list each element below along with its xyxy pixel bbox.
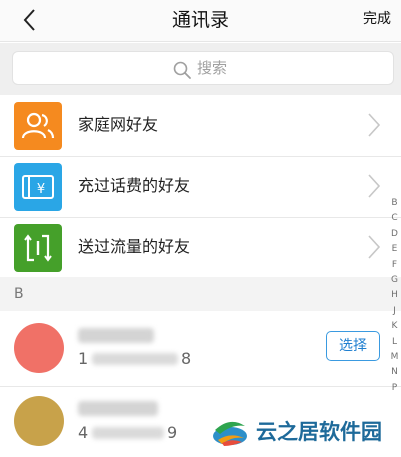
contact-name-blurred <box>78 401 158 416</box>
feature-label: 家庭网好友 <box>78 115 159 134</box>
index-letter[interactable]: C <box>388 211 401 226</box>
yen-recharge-icon: ¥ <box>14 163 62 211</box>
index-letter[interactable]: G <box>388 273 401 288</box>
chevron-right-icon <box>368 113 381 137</box>
phone-number-blurred <box>92 427 164 439</box>
navigation-header: 通讯录 完成 <box>0 0 401 42</box>
family-network-friends-row[interactable]: 家庭网好友 <box>0 96 401 156</box>
chevron-right-icon <box>368 235 381 259</box>
chevron-right-icon <box>368 174 381 198</box>
search-input[interactable]: 搜索 <box>12 51 394 85</box>
index-letter[interactable]: J <box>388 304 401 319</box>
index-letter[interactable]: D <box>388 227 401 242</box>
phone-first-digit: 4 <box>78 423 89 442</box>
phone-last-digit: 9 <box>167 423 178 442</box>
page-title: 通讯录 <box>171 9 229 31</box>
recharged-friends-row[interactable]: ¥ 充过话费的好友 <box>0 157 401 217</box>
search-icon <box>173 61 191 79</box>
avatar <box>14 396 64 446</box>
data-gifted-friends-row[interactable]: 送过流量的好友 <box>0 218 401 278</box>
watermark-text: 云之居软件园 <box>256 420 382 444</box>
family-users-icon <box>14 102 62 150</box>
watermark: 云之居软件园 <box>210 410 400 454</box>
phone-first-digit: 1 <box>78 349 89 368</box>
done-button[interactable]: 完成 <box>363 0 391 42</box>
alphabet-index[interactable]: BCDEFGHJKLMNP <box>388 196 401 396</box>
index-letter[interactable]: E <box>388 242 401 257</box>
data-transfer-icon <box>14 224 62 272</box>
select-button[interactable]: 选择 <box>326 331 380 361</box>
search-area: 搜索 <box>0 43 401 95</box>
phone-number-blurred <box>92 353 178 365</box>
section-header: B <box>0 277 401 311</box>
index-letter[interactable]: L <box>388 335 401 350</box>
index-letter[interactable]: M <box>388 350 401 365</box>
feature-label: 充过话费的好友 <box>78 176 191 195</box>
feature-label: 送过流量的好友 <box>78 237 191 256</box>
index-letter[interactable]: N <box>388 365 401 380</box>
index-letter[interactable]: K <box>388 319 401 334</box>
contact-name-blurred <box>78 328 154 343</box>
avatar <box>14 323 64 373</box>
watermark-logo-icon <box>213 421 247 446</box>
section-letter: B <box>14 286 24 302</box>
phone-last-digit: 8 <box>181 349 192 368</box>
search-placeholder: 搜索 <box>197 59 228 77</box>
index-letter[interactable]: P <box>388 381 401 396</box>
index-letter[interactable]: B <box>388 196 401 211</box>
index-letter[interactable]: F <box>388 258 401 273</box>
index-letter[interactable]: H <box>388 288 401 303</box>
svg-text:¥: ¥ <box>37 182 45 197</box>
